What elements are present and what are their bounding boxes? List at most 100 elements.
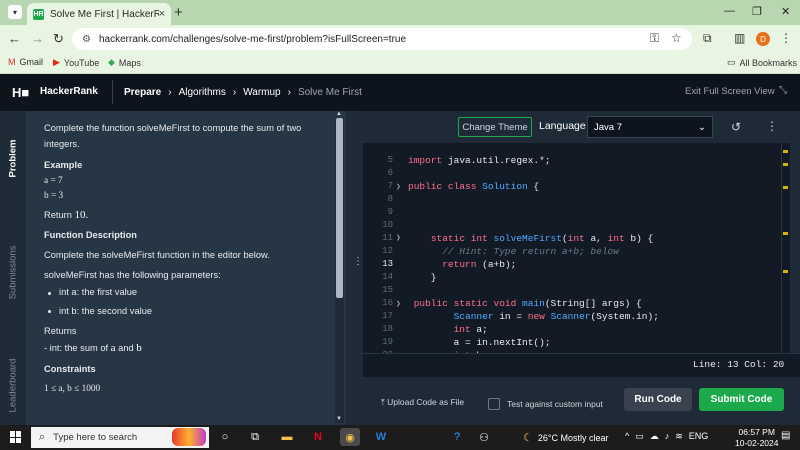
search-icon: ⌕ <box>39 431 46 443</box>
scroll-down-icon[interactable]: ▼ <box>336 416 342 422</box>
new-tab-icon[interactable]: + <box>174 4 183 21</box>
battery-icon[interactable]: ▭ <box>635 431 644 442</box>
brand-name[interactable]: HackerRank <box>40 86 98 97</box>
language-indicator[interactable]: ENG <box>689 431 709 442</box>
code-line: static int solveMeFirst(int a, int b) { <box>430 233 654 244</box>
scroll-marker <box>783 163 788 166</box>
line-number: 10 <box>382 220 393 230</box>
windows-start-icon[interactable] <box>10 431 22 443</box>
task-view-icon[interactable]: ⧉ <box>245 428 265 446</box>
chrome-icon[interactable]: ◉ <box>340 428 360 446</box>
problem-scrollbar-thumb[interactable] <box>336 118 343 298</box>
line-number: 19 <box>382 337 393 347</box>
weather-widget[interactable]: ☾ 26°C Mostly clear <box>523 431 609 444</box>
problem-intro-cont: integers. <box>44 139 80 150</box>
example-b: b = 3 <box>44 191 64 202</box>
back-icon[interactable]: ← <box>8 31 21 46</box>
site-info-icon[interactable]: ⚙ <box>82 34 91 45</box>
fold-chevron-icon[interactable]: ❯ <box>396 233 401 243</box>
close-window-icon[interactable]: ✕ <box>781 5 790 18</box>
custom-input-checkbox[interactable] <box>488 398 500 410</box>
bookmark-maps[interactable]: ◆ Maps <box>108 57 141 68</box>
custom-input-label[interactable]: Test against custom input <box>507 399 603 409</box>
password-key-icon[interactable]: ⚿ <box>650 31 659 46</box>
run-code-button[interactable]: Run Code <box>624 388 692 411</box>
code-editor[interactable]: 5 6 7 8 9 10 11 12 13 14 15 16 17 18 19 … <box>363 143 790 353</box>
scroll-marker <box>783 232 788 235</box>
breadcrumb-warmup[interactable]: Warmup <box>243 87 280 98</box>
extensions-icon[interactable]: ⧉ <box>703 31 712 46</box>
breadcrumb-prepare[interactable]: Prepare <box>124 87 161 98</box>
example-heading: Example <box>44 159 83 170</box>
url-text: hackerrank.com/challenges/solve-me-first… <box>98 33 407 45</box>
returns-text: - int: the sum of a and b <box>44 342 142 355</box>
fold-chevron-icon[interactable]: ❯ <box>396 299 401 309</box>
function-description-heading: Function Description <box>44 230 137 241</box>
profile-avatar[interactable]: D <box>756 32 770 46</box>
code-comment: // Hint: Type return a+b; below <box>408 246 619 257</box>
scroll-marker <box>783 150 788 153</box>
history-icon[interactable]: ↺ <box>731 120 741 134</box>
file-explorer-icon[interactable]: ▬ <box>277 428 297 446</box>
chevron-up-icon[interactable]: ^ <box>625 431 629 442</box>
volume-icon[interactable]: ♪ <box>665 431 670 442</box>
moon-icon: ☾ <box>523 432 533 444</box>
tab-leaderboard[interactable]: Leaderboard <box>0 345 26 425</box>
browser-menu-icon[interactable]: ⋮ <box>780 31 792 45</box>
bookmark-youtube[interactable]: ▶ YouTube <box>53 57 99 68</box>
line-number: 11 <box>382 233 393 243</box>
returns-heading: Returns <box>44 325 77 336</box>
collapse-icon[interactable]: ⤡ <box>779 85 787 96</box>
breadcrumb-current: Solve Me First <box>297 86 362 98</box>
address-bar[interactable]: ⚙ hackerrank.com/challenges/solve-me-fir… <box>72 28 692 50</box>
submit-code-button[interactable]: Submit Code <box>699 388 784 411</box>
clock[interactable]: 06:57 PM 10-02-2024 <box>735 427 778 449</box>
bookmark-gmail[interactable]: M Gmail <box>8 57 43 67</box>
editor-scrollbar[interactable] <box>781 143 790 353</box>
language-select[interactable]: Java 7 ⌄ <box>587 116 713 138</box>
people-icon[interactable]: ⚇ <box>474 428 494 446</box>
tab-submissions[interactable]: Submissions <box>0 232 26 312</box>
cursor-position: Line: 13 Col: 20 <box>693 359 785 370</box>
line-number-current: 13 <box>382 259 393 269</box>
upload-code-link[interactable]: ⤒ Upload Code as File <box>381 397 464 408</box>
change-theme-button[interactable]: Change Theme <box>458 117 532 137</box>
code-line: } <box>408 272 437 283</box>
notifications-icon[interactable]: ▤ <box>781 430 790 441</box>
line-number: 12 <box>382 246 393 256</box>
wifi-icon[interactable]: ≋ <box>675 431 683 442</box>
language-label: Language <box>539 120 586 132</box>
forward-icon[interactable]: → <box>31 31 44 46</box>
network-icon[interactable]: ☁ <box>650 431 659 442</box>
scroll-up-icon[interactable]: ▲ <box>336 111 342 117</box>
all-bookmarks[interactable]: ▭ All Bookmarks <box>727 57 797 68</box>
word-icon[interactable]: W <box>371 428 391 446</box>
maps-icon: ◆ <box>108 57 115 67</box>
search-highlight-icon[interactable] <box>172 428 206 446</box>
code-line-current: return (a+b); <box>442 259 517 270</box>
tab-problem[interactable]: Problem <box>0 118 26 198</box>
side-panel-icon[interactable]: ▥ <box>734 31 745 45</box>
breadcrumb-algorithms[interactable]: Algorithms <box>179 87 226 98</box>
hackerrank-logo[interactable]: H■ <box>12 85 29 100</box>
scroll-marker <box>783 270 788 273</box>
reload-icon[interactable]: ↻ <box>53 31 64 47</box>
help-icon[interactable]: ? <box>447 428 467 446</box>
netflix-icon[interactable]: N <box>308 428 328 446</box>
minimize-icon[interactable]: — <box>724 5 735 17</box>
tab-search-icon[interactable]: ▾ <box>8 5 22 19</box>
exit-fullscreen-link[interactable]: Exit Full Screen View <box>685 86 775 97</box>
language-value: Java 7 <box>594 121 622 133</box>
panel-splitter[interactable] <box>346 111 363 425</box>
breadcrumb: Prepare › Algorithms › Warmup › Solve Me… <box>112 80 369 104</box>
fold-chevron-icon[interactable]: ❯ <box>396 182 401 192</box>
system-tray: ^ ▭ ☁ ♪ ≋ ENG <box>625 431 708 442</box>
code-line: int a; <box>453 324 488 335</box>
constraints-heading: Constraints <box>44 364 96 375</box>
cortana-icon[interactable]: ○ <box>215 428 235 446</box>
browser-tab[interactable]: HR Solve Me First | HackerRank × <box>27 3 171 25</box>
more-options-icon[interactable]: ⋮ <box>766 119 778 133</box>
bookmark-star-icon[interactable]: ☆ <box>671 31 682 45</box>
restore-icon[interactable]: ❐ <box>752 5 762 18</box>
close-tab-icon[interactable]: × <box>159 8 165 20</box>
